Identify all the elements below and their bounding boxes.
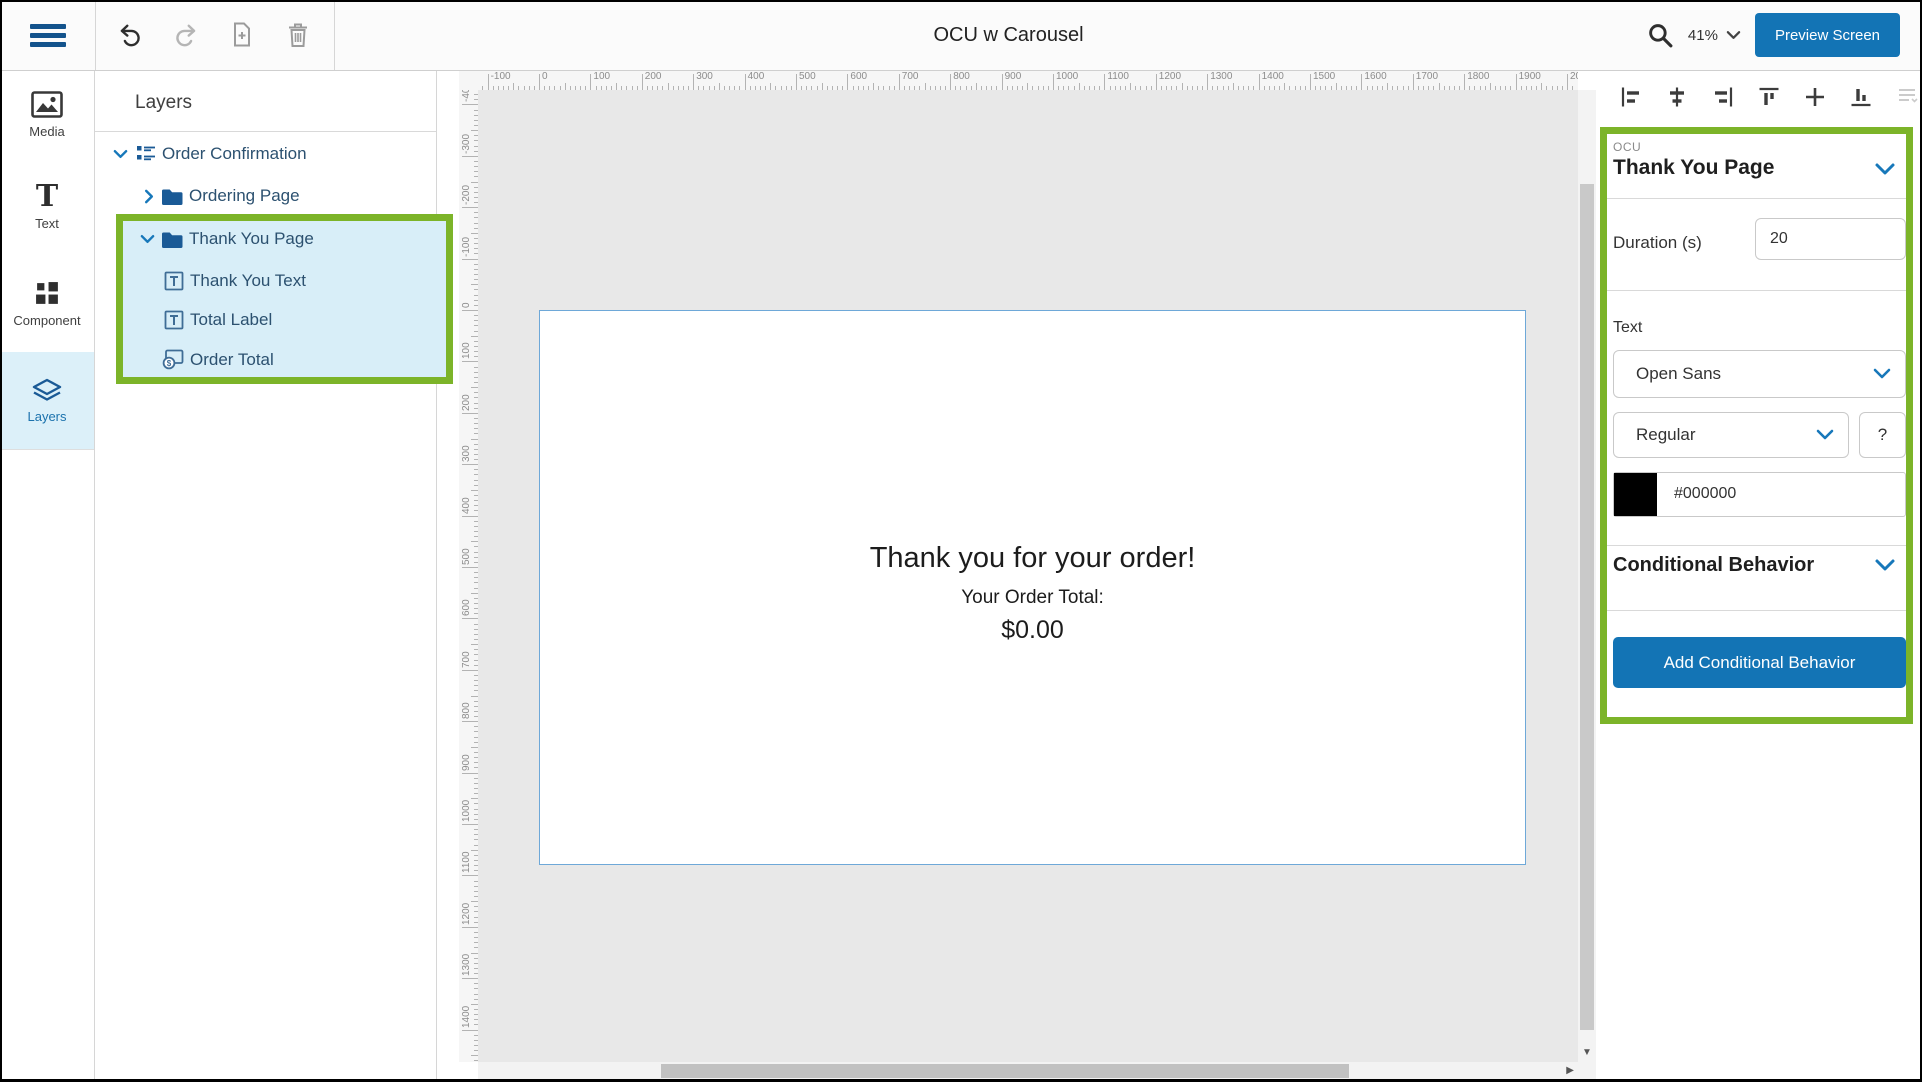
alignment-toolbar: [1620, 86, 1918, 108]
scrollbar-corner: [1578, 1062, 1596, 1080]
chevron-down-icon[interactable]: [111, 145, 129, 163]
distribute-icon[interactable]: [1896, 86, 1918, 108]
align-bottom-icon[interactable]: [1850, 86, 1872, 108]
chevron-down-icon: [1726, 30, 1741, 40]
chevron-down-icon[interactable]: [138, 230, 156, 248]
media-icon: [31, 91, 63, 118]
top-bar: OCU w Carousel 41% Preview Screen: [0, 0, 1922, 71]
horizontal-scrollbar-thumb[interactable]: [661, 1064, 1349, 1078]
artboard-order-total[interactable]: $0.00: [540, 616, 1525, 645]
text-tool-icon: T: [36, 184, 58, 210]
component-type-label: OCU: [1613, 140, 1641, 154]
svg-text:$: $: [167, 359, 172, 368]
font-size-input[interactable]: ?: [1859, 412, 1906, 458]
ruler-corner: [459, 70, 478, 90]
font-family-select[interactable]: Open Sans: [1613, 350, 1906, 398]
font-size-value: ?: [1878, 425, 1887, 445]
layer-label: Thank You Text: [190, 271, 306, 291]
chevron-right-icon[interactable]: [140, 187, 158, 205]
inspector-panel: OCU Thank You Page Duration (s) Text Ope…: [1596, 70, 1922, 1082]
zoom-level-dropdown[interactable]: 41%: [1688, 27, 1741, 44]
text-section-label: Text: [1613, 319, 1642, 337]
color-swatch[interactable]: [1614, 473, 1657, 516]
duration-input[interactable]: [1755, 218, 1906, 260]
align-left-icon[interactable]: [1620, 86, 1642, 108]
horizontal-ruler: -100010020030040050060070080090010001100…: [478, 70, 1578, 90]
artboard-total-label[interactable]: Your Order Total:: [540, 587, 1525, 609]
font-family-value: Open Sans: [1636, 364, 1721, 384]
add-conditional-behavior-button[interactable]: Add Conditional Behavior: [1613, 637, 1906, 688]
chevron-down-icon[interactable]: [1874, 558, 1896, 572]
artboard[interactable]: Thank you for your order! Your Order Tot…: [539, 310, 1526, 865]
sidebar-item-label: Component: [13, 313, 80, 328]
divider: [95, 131, 436, 132]
sidebar-item-media[interactable]: Media: [0, 70, 94, 161]
screen-list-icon: [135, 144, 157, 164]
chevron-down-icon: [1816, 429, 1834, 441]
folder-icon: [161, 230, 183, 250]
undo-button[interactable]: [117, 22, 143, 48]
topbar-right-controls: 41% Preview Screen: [1647, 0, 1900, 70]
new-page-button[interactable]: [229, 22, 255, 48]
history-toolbar: [96, 0, 335, 70]
text-layer-icon: [163, 271, 185, 291]
component-icon: [34, 280, 61, 307]
preview-screen-button[interactable]: Preview Screen: [1755, 13, 1900, 57]
chevron-down-icon: [1873, 368, 1891, 380]
font-style-value: Regular: [1636, 425, 1696, 445]
divider: [1607, 610, 1906, 611]
zoom-level-value: 41%: [1688, 27, 1718, 44]
annotation-highlight-inspector: OCU Thank You Page Duration (s) Text Ope…: [1600, 127, 1913, 724]
horizontal-scrollbar[interactable]: ▶: [478, 1062, 1578, 1080]
sidebar-item-layers[interactable]: Layers: [0, 352, 94, 450]
artboard-thank-you-text[interactable]: Thank you for your order!: [540, 542, 1525, 575]
align-right-icon[interactable]: [1712, 86, 1734, 108]
layer-label: Ordering Page: [189, 186, 300, 206]
divider: [1607, 545, 1906, 546]
layer-label: Thank You Page: [189, 229, 314, 249]
scroll-down-arrow[interactable]: ▼: [1578, 1047, 1596, 1058]
vertical-ruler: -400-300-200-100010020030040050060070080…: [459, 90, 478, 1062]
canvas-workspace[interactable]: Thank you for your order! Your Order Tot…: [478, 90, 1578, 1062]
folder-icon: [161, 187, 183, 207]
text-color-control[interactable]: #000000: [1613, 472, 1906, 517]
menu-button[interactable]: [0, 0, 96, 70]
tool-rail: Media T Text Component Layers: [0, 70, 95, 1082]
color-hex-value: #000000: [1674, 485, 1736, 503]
app-window: OCU w Carousel 41% Preview Screen: [0, 0, 1922, 1082]
divider: [1607, 290, 1906, 291]
layer-label: Order Total: [190, 350, 274, 370]
divider: [1607, 198, 1906, 199]
layer-label: Order Confirmation: [162, 144, 307, 164]
redo-button[interactable]: [173, 22, 199, 48]
vertical-scrollbar[interactable]: ▼: [1578, 90, 1596, 1062]
sidebar-item-label: Layers: [27, 409, 66, 424]
text-layer-icon: [163, 310, 185, 330]
align-top-icon[interactable]: [1758, 86, 1780, 108]
sidebar-item-component[interactable]: Component: [0, 255, 94, 353]
chevron-down-icon[interactable]: [1874, 162, 1896, 176]
delete-button[interactable]: [285, 22, 311, 48]
inspector-title: Thank You Page: [1613, 156, 1774, 180]
money-icon: $: [162, 349, 184, 369]
layers-panel-title: Layers: [135, 92, 192, 114]
sidebar-item-text[interactable]: T Text: [0, 160, 94, 256]
align-center-horizontal-icon[interactable]: [1666, 86, 1688, 108]
sidebar-item-label: Media: [29, 124, 64, 139]
align-center-both-icon[interactable]: [1804, 86, 1826, 108]
duration-label: Duration (s): [1613, 233, 1702, 253]
layers-icon: [31, 378, 63, 403]
layer-label: Total Label: [190, 310, 272, 330]
font-style-select[interactable]: Regular: [1613, 412, 1849, 458]
vertical-scrollbar-thumb[interactable]: [1580, 184, 1594, 1030]
sidebar-item-label: Text: [35, 216, 59, 231]
scroll-right-arrow[interactable]: ▶: [1566, 1065, 1574, 1076]
zoom-search-icon[interactable]: [1647, 22, 1674, 49]
conditional-behavior-label: Conditional Behavior: [1613, 554, 1814, 577]
